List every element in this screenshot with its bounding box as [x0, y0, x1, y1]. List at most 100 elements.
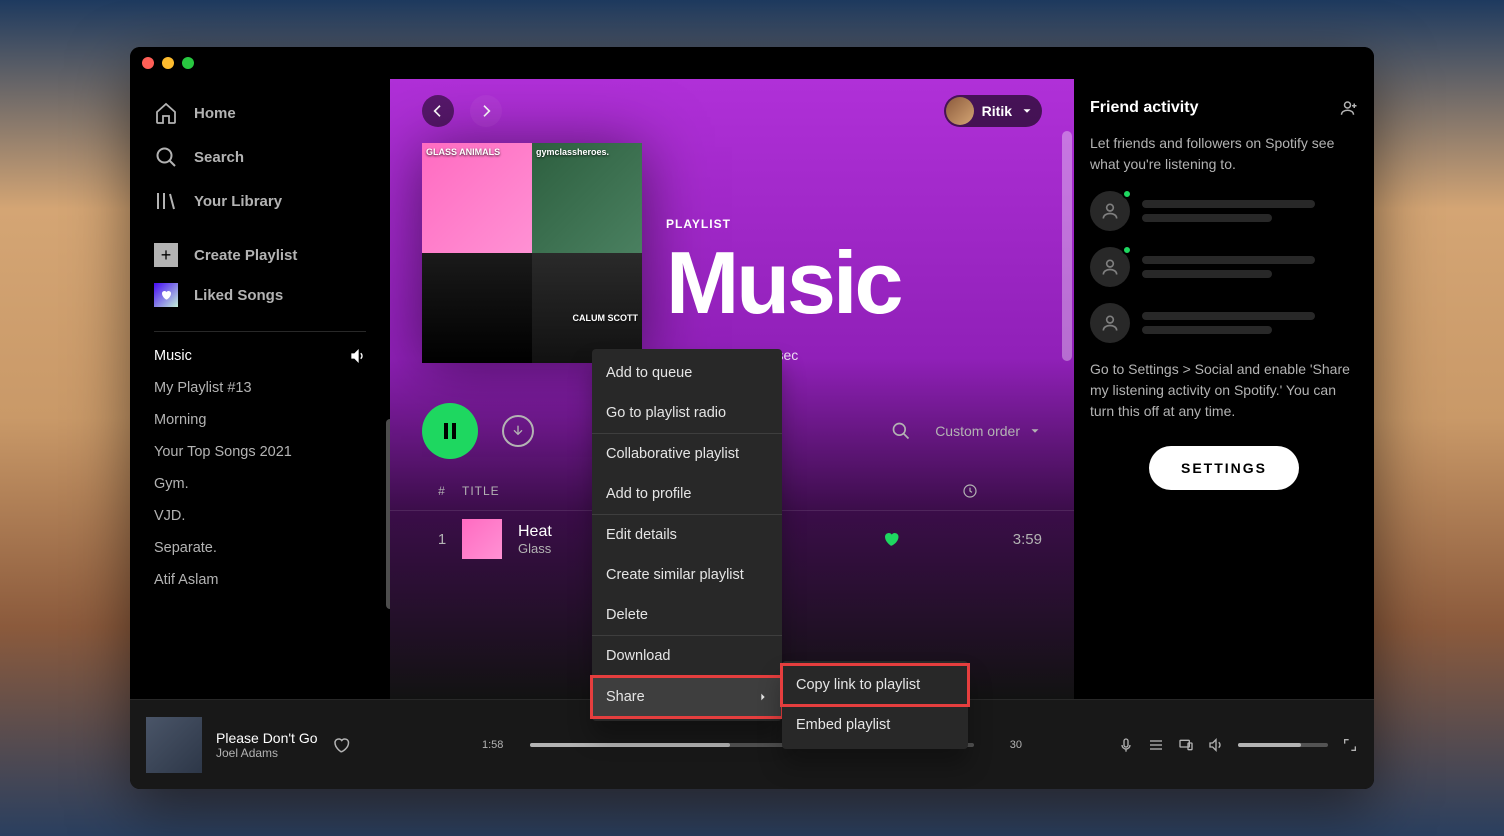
- caret-down-icon: [1028, 424, 1042, 438]
- col-number: #: [422, 484, 462, 498]
- menu-go-to-radio[interactable]: Go to playlist radio: [592, 393, 782, 433]
- friend-instructions-text: Go to Settings > Social and enable 'Shar…: [1090, 359, 1358, 422]
- devices-icon: [1178, 737, 1194, 753]
- playlist-item[interactable]: Separate.: [154, 532, 366, 564]
- track-thumbnail: [462, 519, 502, 559]
- person-icon: [1100, 257, 1120, 277]
- heart-icon: [154, 283, 178, 307]
- minimize-window-button[interactable]: [162, 57, 174, 69]
- search-icon: [891, 421, 911, 441]
- plus-icon: +: [154, 243, 178, 267]
- menu-add-to-queue[interactable]: Add to queue: [592, 353, 782, 393]
- play-pause-button[interactable]: [422, 403, 478, 459]
- track-artist: Glass: [518, 541, 552, 556]
- chevron-right-icon: [758, 692, 768, 702]
- playlist-cover: GLASS ANIMALS gymclassheroes. CALUM SCOT…: [422, 143, 642, 363]
- now-playing-artist: Joel Adams: [216, 746, 318, 760]
- playlist-item[interactable]: Morning: [154, 404, 366, 436]
- track-name: Heat: [518, 523, 552, 541]
- menu-download[interactable]: Download: [592, 636, 782, 676]
- liked-songs-button[interactable]: Liked Songs: [154, 275, 366, 315]
- playlist-item[interactable]: Gym.: [154, 468, 366, 500]
- volume-icon: [1208, 737, 1224, 753]
- like-track-button[interactable]: [332, 736, 350, 754]
- library-icon: [154, 189, 178, 213]
- nav-search[interactable]: Search: [154, 135, 366, 179]
- playlist-title: Music: [666, 239, 1042, 327]
- menu-delete[interactable]: Delete: [592, 595, 782, 635]
- caret-down-icon: [1020, 104, 1034, 118]
- menu-edit-details[interactable]: Edit details: [592, 515, 782, 555]
- playlist-item[interactable]: My Playlist #13: [154, 372, 366, 404]
- nav-back-button[interactable]: [422, 95, 454, 127]
- close-window-button[interactable]: [142, 57, 154, 69]
- col-duration: [962, 483, 1042, 499]
- playlist-item[interactable]: Atif Aslam: [154, 564, 366, 596]
- friend-placeholder: [1090, 191, 1358, 231]
- microphone-icon: [1118, 737, 1134, 753]
- queue-button[interactable]: [1148, 737, 1164, 753]
- user-menu-button[interactable]: Ritik: [944, 95, 1042, 127]
- spotify-window: Home Search Your Library +: [130, 47, 1374, 789]
- menu-share[interactable]: Share: [592, 677, 782, 717]
- add-friend-button[interactable]: [1340, 99, 1358, 117]
- speaker-icon: [350, 348, 366, 364]
- friend-intro-text: Let friends and followers on Spotify see…: [1090, 133, 1358, 175]
- menu-create-similar[interactable]: Create similar playlist: [592, 555, 782, 595]
- playlist-item[interactable]: VJD.: [154, 500, 366, 532]
- user-name: Ritik: [982, 103, 1012, 119]
- person-icon: [1100, 201, 1120, 221]
- user-avatar: [946, 97, 974, 125]
- volume-button[interactable]: [1208, 737, 1224, 753]
- download-icon: [510, 423, 526, 439]
- friend-activity-title: Friend activity: [1090, 99, 1198, 117]
- heart-icon: [882, 530, 900, 548]
- maximize-window-button[interactable]: [182, 57, 194, 69]
- playlist-context-menu: Add to queue Go to playlist radio Collab…: [592, 349, 782, 721]
- friend-activity-panel: Friend activity Let friends and follower…: [1074, 79, 1374, 699]
- playlist-item-music[interactable]: Music: [154, 340, 366, 372]
- top-bar: Ritik: [390, 79, 1074, 143]
- now-playing-title: Please Don't Go: [216, 730, 318, 746]
- playlist-list: Music My Playlist #13 Morning Your Top S…: [138, 340, 382, 699]
- fullscreen-button[interactable]: [1342, 737, 1358, 753]
- nav-search-label: Search: [194, 149, 244, 166]
- title-bar: [130, 47, 1374, 79]
- lyrics-button[interactable]: [1118, 737, 1134, 753]
- add-friend-icon: [1340, 99, 1358, 117]
- playlist-label: PLAYLIST: [666, 217, 1042, 231]
- heart-icon: [332, 736, 350, 754]
- track-duration: 3:59: [962, 531, 1042, 548]
- volume-slider[interactable]: [1238, 743, 1328, 747]
- fullscreen-icon: [1342, 737, 1358, 753]
- menu-embed-playlist[interactable]: Embed playlist: [782, 705, 968, 745]
- friend-placeholder: [1090, 247, 1358, 287]
- elapsed-time: 1:58: [482, 739, 522, 751]
- nav-home[interactable]: Home: [154, 91, 366, 135]
- liked-songs-label: Liked Songs: [194, 287, 283, 304]
- queue-icon: [1148, 737, 1164, 753]
- menu-add-to-profile[interactable]: Add to profile: [592, 474, 782, 514]
- sidebar-divider: [154, 331, 366, 332]
- nav-library[interactable]: Your Library: [154, 179, 366, 223]
- now-playing-thumbnail: [146, 717, 202, 773]
- menu-collaborative[interactable]: Collaborative playlist: [592, 434, 782, 474]
- share-submenu: Copy link to playlist Embed playlist: [782, 661, 968, 749]
- clock-icon: [962, 483, 978, 499]
- nav-library-label: Your Library: [194, 193, 282, 210]
- track-like-button[interactable]: [882, 530, 962, 548]
- playlist-item[interactable]: Your Top Songs 2021: [154, 436, 366, 468]
- search-tracks-button[interactable]: [891, 421, 911, 441]
- create-playlist-label: Create Playlist: [194, 247, 297, 264]
- devices-button[interactable]: [1178, 737, 1194, 753]
- friend-placeholder: [1090, 303, 1358, 343]
- settings-button[interactable]: SETTINGS: [1149, 446, 1299, 490]
- content-scrollbar[interactable]: [1062, 131, 1072, 361]
- sort-button[interactable]: Custom order: [935, 423, 1042, 439]
- create-playlist-button[interactable]: + Create Playlist: [154, 235, 366, 275]
- nav-forward-button[interactable]: [470, 95, 502, 127]
- download-button[interactable]: [502, 415, 534, 447]
- menu-copy-link[interactable]: Copy link to playlist: [782, 665, 968, 705]
- search-icon: [154, 145, 178, 169]
- pause-icon: [438, 419, 462, 443]
